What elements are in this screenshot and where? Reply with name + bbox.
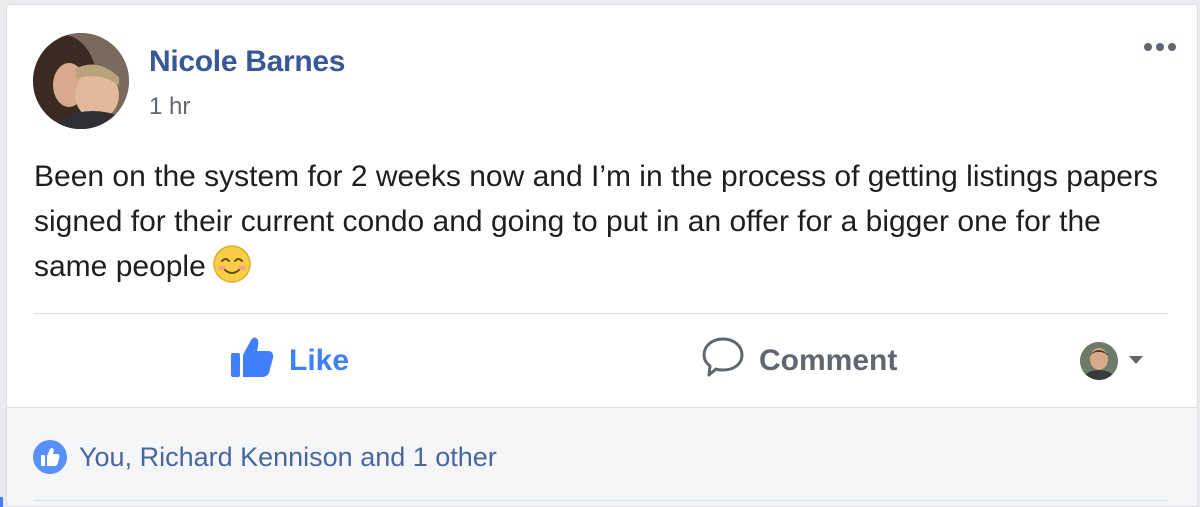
caret-down-icon (1128, 352, 1144, 370)
post-body-text: Been on the system for 2 weeks now and I… (34, 160, 1158, 283)
smiling-face-icon (212, 244, 252, 297)
reactions-text: You, Richard Kennison and 1 other (79, 441, 497, 472)
more-options-icon[interactable] (1139, 35, 1181, 59)
user-avatar (1080, 342, 1118, 380)
post-card: Nicole Barnes 1 hr Been on the system fo… (6, 4, 1198, 407)
like-reaction-icon (33, 440, 67, 474)
comments-divider (34, 500, 1168, 501)
post-as-selector[interactable] (1080, 315, 1144, 407)
comment-button[interactable]: Comment (701, 315, 897, 407)
author-avatar[interactable] (33, 33, 129, 129)
post-body: Been on the system for 2 weeks now and I… (34, 154, 1174, 297)
post-timestamp[interactable]: 1 hr (149, 93, 190, 121)
comment-bubble-icon (701, 336, 745, 386)
focus-indicator (0, 497, 3, 507)
reactions-section: You, Richard Kennison and 1 other (6, 407, 1198, 507)
reactions-summary[interactable]: You, Richard Kennison and 1 other (33, 440, 497, 474)
thumbs-up-icon (229, 336, 275, 386)
like-label: Like (289, 344, 350, 377)
comment-label: Comment (759, 344, 898, 377)
action-bar: Like Comment (7, 315, 1199, 407)
author-name[interactable]: Nicole Barnes (149, 45, 345, 79)
actions-divider (34, 313, 1168, 314)
like-button[interactable]: Like (229, 315, 349, 407)
